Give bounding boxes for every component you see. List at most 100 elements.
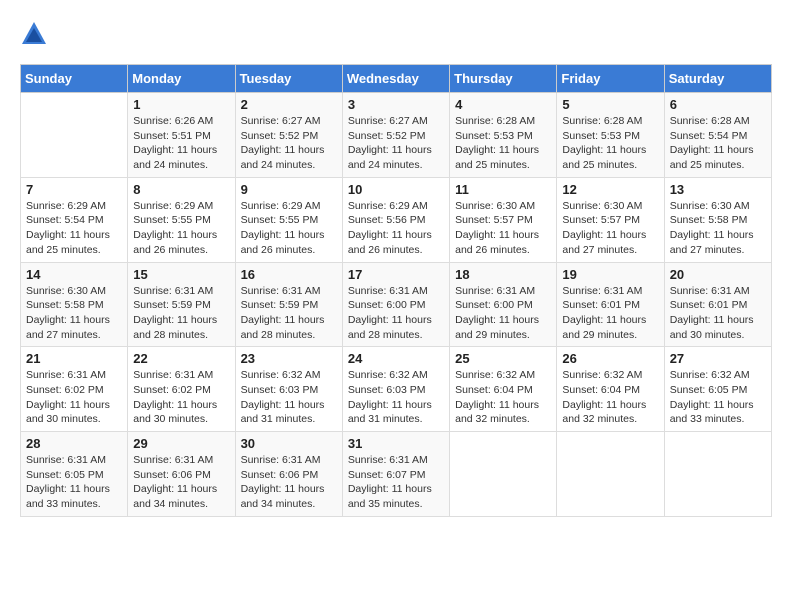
day-info: Sunrise: 6:26 AM Sunset: 5:51 PM Dayligh… xyxy=(133,114,229,173)
day-number: 25 xyxy=(455,351,551,366)
day-info: Sunrise: 6:31 AM Sunset: 6:05 PM Dayligh… xyxy=(26,453,122,512)
day-info: Sunrise: 6:30 AM Sunset: 5:57 PM Dayligh… xyxy=(455,199,551,258)
calendar-cell: 10 Sunrise: 6:29 AM Sunset: 5:56 PM Dayli… xyxy=(342,177,449,262)
day-number: 19 xyxy=(562,267,658,282)
calendar-header: SundayMondayTuesdayWednesdayThursdayFrid… xyxy=(21,65,772,93)
day-info: Sunrise: 6:29 AM Sunset: 5:54 PM Dayligh… xyxy=(26,199,122,258)
day-number: 22 xyxy=(133,351,229,366)
calendar-cell: 17Sunrise: 6:31 AM Sunset: 6:00 PM Dayli… xyxy=(342,262,449,347)
calendar-cell: 2Sunrise: 6:27 AM Sunset: 5:52 PM Daylig… xyxy=(235,93,342,178)
day-info: Sunrise: 6:32 AM Sunset: 6:05 PM Dayligh… xyxy=(670,368,766,427)
day-number: 5 xyxy=(562,97,658,112)
calendar-cell: 27 Sunrise: 6:32 AM Sunset: 6:05 PM Dayli… xyxy=(664,347,771,432)
day-info: Sunrise: 6:30 AM Sunset: 5:58 PM Dayligh… xyxy=(26,284,122,343)
day-number: 16 xyxy=(241,267,337,282)
calendar-cell: 24 Sunrise: 6:32 AM Sunset: 6:03 PM Dayli… xyxy=(342,347,449,432)
day-number: 31 xyxy=(348,436,444,451)
day-number: 11 xyxy=(455,182,551,197)
calendar-cell: 15 Sunrise: 6:31 AM Sunset: 5:59 PM Dayli… xyxy=(128,262,235,347)
header-day: Friday xyxy=(557,65,664,93)
day-number: 20 xyxy=(670,267,766,282)
calendar-cell: 5 Sunrise: 6:28 AM Sunset: 5:53 PM Daylig… xyxy=(557,93,664,178)
day-number: 23 xyxy=(241,351,337,366)
day-number: 12 xyxy=(562,182,658,197)
day-info: Sunrise: 6:31 AM Sunset: 6:02 PM Dayligh… xyxy=(26,368,122,427)
header-day: Wednesday xyxy=(342,65,449,93)
logo xyxy=(20,20,52,48)
calendar-cell: 21 Sunrise: 6:31 AM Sunset: 6:02 PM Dayli… xyxy=(21,347,128,432)
logo-icon xyxy=(20,20,48,48)
calendar-cell: 12 Sunrise: 6:30 AM Sunset: 5:57 PM Dayli… xyxy=(557,177,664,262)
day-info: Sunrise: 6:31 AM Sunset: 6:01 PM Dayligh… xyxy=(670,284,766,343)
day-number: 4 xyxy=(455,97,551,112)
day-info: Sunrise: 6:31 AM Sunset: 5:59 PM Dayligh… xyxy=(241,284,337,343)
day-info: Sunrise: 6:28 AM Sunset: 5:54 PM Dayligh… xyxy=(670,114,766,173)
day-number: 2 xyxy=(241,97,337,112)
day-info: Sunrise: 6:28 AM Sunset: 5:53 PM Dayligh… xyxy=(562,114,658,173)
day-info: Sunrise: 6:29 AM Sunset: 5:55 PM Dayligh… xyxy=(241,199,337,258)
day-info: Sunrise: 6:31 AM Sunset: 5:59 PM Dayligh… xyxy=(133,284,229,343)
day-number: 30 xyxy=(241,436,337,451)
day-info: Sunrise: 6:27 AM Sunset: 5:52 PM Dayligh… xyxy=(348,114,444,173)
calendar-cell: 18 Sunrise: 6:31 AM Sunset: 6:00 PM Dayli… xyxy=(450,262,557,347)
day-info: Sunrise: 6:31 AM Sunset: 6:00 PM Dayligh… xyxy=(455,284,551,343)
day-number: 29 xyxy=(133,436,229,451)
day-info: Sunrise: 6:32 AM Sunset: 6:04 PM Dayligh… xyxy=(455,368,551,427)
day-number: 18 xyxy=(455,267,551,282)
day-number: 9 xyxy=(241,182,337,197)
calendar-cell: 11 Sunrise: 6:30 AM Sunset: 5:57 PM Dayli… xyxy=(450,177,557,262)
day-number: 28 xyxy=(26,436,122,451)
day-number: 27 xyxy=(670,351,766,366)
day-number: 15 xyxy=(133,267,229,282)
day-info: Sunrise: 6:30 AM Sunset: 5:57 PM Dayligh… xyxy=(562,199,658,258)
day-number: 3 xyxy=(348,97,444,112)
day-number: 7 xyxy=(26,182,122,197)
calendar-cell: 31Sunrise: 6:31 AM Sunset: 6:07 PM Dayli… xyxy=(342,432,449,517)
header-row: SundayMondayTuesdayWednesdayThursdayFrid… xyxy=(21,65,772,93)
day-number: 8 xyxy=(133,182,229,197)
day-info: Sunrise: 6:29 AM Sunset: 5:56 PM Dayligh… xyxy=(348,199,444,258)
day-number: 10 xyxy=(348,182,444,197)
day-info: Sunrise: 6:31 AM Sunset: 6:01 PM Dayligh… xyxy=(562,284,658,343)
calendar-week: 21 Sunrise: 6:31 AM Sunset: 6:02 PM Dayli… xyxy=(21,347,772,432)
calendar-cell: 26Sunrise: 6:32 AM Sunset: 6:04 PM Dayli… xyxy=(557,347,664,432)
day-info: Sunrise: 6:31 AM Sunset: 6:06 PM Dayligh… xyxy=(241,453,337,512)
calendar-cell: 9 Sunrise: 6:29 AM Sunset: 5:55 PM Daylig… xyxy=(235,177,342,262)
header-day: Sunday xyxy=(21,65,128,93)
calendar-cell xyxy=(21,93,128,178)
day-info: Sunrise: 6:31 AM Sunset: 6:00 PM Dayligh… xyxy=(348,284,444,343)
calendar-cell: 29Sunrise: 6:31 AM Sunset: 6:06 PM Dayli… xyxy=(128,432,235,517)
day-info: Sunrise: 6:29 AM Sunset: 5:55 PM Dayligh… xyxy=(133,199,229,258)
calendar-cell: 7 Sunrise: 6:29 AM Sunset: 5:54 PM Daylig… xyxy=(21,177,128,262)
calendar-week: 28 Sunrise: 6:31 AM Sunset: 6:05 PM Dayli… xyxy=(21,432,772,517)
calendar-cell: 30 Sunrise: 6:31 AM Sunset: 6:06 PM Dayli… xyxy=(235,432,342,517)
day-number: 13 xyxy=(670,182,766,197)
header xyxy=(20,20,772,48)
calendar-week: 7 Sunrise: 6:29 AM Sunset: 5:54 PM Daylig… xyxy=(21,177,772,262)
calendar-cell xyxy=(450,432,557,517)
day-info: Sunrise: 6:32 AM Sunset: 6:03 PM Dayligh… xyxy=(348,368,444,427)
calendar-cell: 3 Sunrise: 6:27 AM Sunset: 5:52 PM Daylig… xyxy=(342,93,449,178)
header-day: Monday xyxy=(128,65,235,93)
day-info: Sunrise: 6:28 AM Sunset: 5:53 PM Dayligh… xyxy=(455,114,551,173)
day-info: Sunrise: 6:31 AM Sunset: 6:02 PM Dayligh… xyxy=(133,368,229,427)
calendar-cell: 25 Sunrise: 6:32 AM Sunset: 6:04 PM Dayli… xyxy=(450,347,557,432)
calendar-week: 14Sunrise: 6:30 AM Sunset: 5:58 PM Dayli… xyxy=(21,262,772,347)
day-number: 21 xyxy=(26,351,122,366)
day-info: Sunrise: 6:32 AM Sunset: 6:03 PM Dayligh… xyxy=(241,368,337,427)
calendar-cell: 13Sunrise: 6:30 AM Sunset: 5:58 PM Dayli… xyxy=(664,177,771,262)
day-number: 24 xyxy=(348,351,444,366)
calendar-cell: 1Sunrise: 6:26 AM Sunset: 5:51 PM Daylig… xyxy=(128,93,235,178)
calendar-cell: 22 Sunrise: 6:31 AM Sunset: 6:02 PM Dayli… xyxy=(128,347,235,432)
calendar-cell: 16 Sunrise: 6:31 AM Sunset: 5:59 PM Dayli… xyxy=(235,262,342,347)
day-number: 26 xyxy=(562,351,658,366)
header-day: Thursday xyxy=(450,65,557,93)
calendar-body: 1Sunrise: 6:26 AM Sunset: 5:51 PM Daylig… xyxy=(21,93,772,517)
calendar-cell: 14Sunrise: 6:30 AM Sunset: 5:58 PM Dayli… xyxy=(21,262,128,347)
header-day: Saturday xyxy=(664,65,771,93)
calendar-cell: 23 Sunrise: 6:32 AM Sunset: 6:03 PM Dayli… xyxy=(235,347,342,432)
header-day: Tuesday xyxy=(235,65,342,93)
calendar-cell: 6 Sunrise: 6:28 AM Sunset: 5:54 PM Daylig… xyxy=(664,93,771,178)
calendar-cell: 20 Sunrise: 6:31 AM Sunset: 6:01 PM Dayli… xyxy=(664,262,771,347)
day-number: 6 xyxy=(670,97,766,112)
